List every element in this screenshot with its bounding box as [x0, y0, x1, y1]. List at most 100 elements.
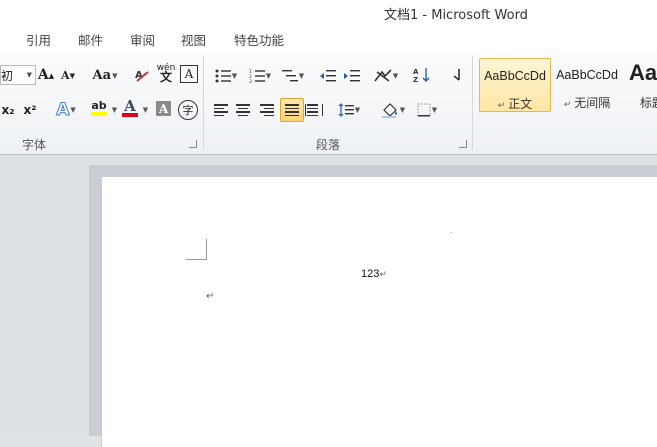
font-color-dropdown[interactable]: ▼: [141, 100, 149, 120]
style-sample: AaBbCcDd: [484, 69, 546, 83]
style-name: ↵ 无间隔: [563, 96, 611, 110]
subscript-button[interactable]: x₂: [0, 100, 16, 120]
svg-text:3: 3: [249, 79, 252, 83]
align-right-icon: [260, 104, 274, 116]
font-size-select[interactable]: 初 ▼: [0, 65, 36, 85]
line-spacing-button[interactable]: ▼: [336, 100, 362, 120]
multilevel-list-button[interactable]: ▼: [280, 66, 306, 86]
numbering-button[interactable]: 1 2 3 ▼: [246, 66, 274, 86]
style-name: 标题: [640, 96, 657, 110]
char-border-label: A: [184, 67, 194, 81]
document-page[interactable]: · 123↵ ↵: [102, 177, 657, 447]
font-size-value: 初: [1, 68, 14, 83]
chevron-down-icon: ▼: [231, 72, 238, 80]
ribbon: 初 ▼ A ▲ A ▼ Aa ▼ A wén 文 A x₂ x² A ▼ ab ▼ A ▼…: [0, 52, 657, 155]
multilevel-list-icon: [281, 70, 298, 82]
borders-icon: [417, 103, 431, 117]
paint-bucket-icon: [381, 103, 397, 118]
sort-button[interactable]: AZ: [412, 65, 432, 85]
chinese-layout-button[interactable]: ▼: [372, 66, 400, 86]
superscript-label: x²: [23, 103, 37, 117]
distributed-icon: [305, 104, 323, 116]
font-group-label: 字体: [22, 138, 47, 152]
tab-mailings[interactable]: 邮件: [78, 30, 103, 49]
bullets-icon: [215, 69, 231, 83]
font-color-icon: A: [124, 97, 136, 115]
font-dialog-launcher-icon[interactable]: [189, 140, 197, 148]
align-center-icon: [236, 104, 250, 116]
tab-view[interactable]: 视图: [181, 30, 206, 49]
distributed-button[interactable]: [305, 100, 323, 120]
anchor-mark: ·: [450, 229, 453, 237]
document-area: · 123↵ ↵: [0, 155, 657, 447]
group-divider: [203, 56, 204, 150]
increase-indent-button[interactable]: [342, 66, 362, 86]
paragraph-mark: ↵: [206, 291, 215, 302]
chevron-down-icon: ▼: [111, 106, 118, 114]
align-left-button[interactable]: [212, 100, 230, 120]
borders-button[interactable]: ▼: [414, 100, 440, 120]
chevron-down-icon: ▼: [431, 106, 438, 114]
enclose-characters-button[interactable]: 字: [178, 100, 198, 120]
chevron-down-icon: ▼: [354, 106, 361, 114]
subscript-label: x₂: [1, 103, 15, 117]
character-border-button[interactable]: A: [180, 65, 198, 83]
clear-format-button[interactable]: A: [133, 65, 151, 85]
chevron-down-icon: ▼: [392, 72, 399, 80]
highlight-dropdown[interactable]: ▼: [110, 100, 118, 120]
change-case-label: Aa: [92, 67, 112, 83]
char-shading-label: A: [158, 101, 169, 116]
superscript-button[interactable]: x²: [22, 100, 38, 120]
shrink-font-icon: A: [61, 68, 70, 82]
justify-icon: [285, 104, 299, 116]
paragraph-mark: ↵: [379, 269, 387, 279]
character-shading-button[interactable]: A: [156, 101, 171, 116]
align-left-icon: [214, 104, 228, 116]
paragraph-mark-icon: [453, 69, 460, 81]
highlight-icon: ab: [91, 99, 107, 112]
page-shadow: [89, 165, 103, 436]
tab-special-features[interactable]: 特色功能: [234, 30, 284, 49]
phonetic-guide-button[interactable]: wén 文: [156, 63, 176, 84]
clear-format-icon: A: [135, 70, 149, 82]
chevron-down-icon: ▼: [265, 72, 272, 80]
decrease-indent-icon: [320, 70, 336, 82]
page-shadow: [89, 165, 657, 177]
highlight-color-bar: [91, 112, 107, 116]
chevron-down-icon: ▼: [112, 70, 118, 80]
group-divider: [472, 56, 473, 150]
numbering-icon: 123: [249, 69, 265, 83]
phonetic-char-icon: 文: [159, 70, 172, 84]
title-bar: 文档1 - Microsoft Word: [0, 0, 657, 24]
svg-text:A: A: [413, 68, 419, 76]
svg-text:Z: Z: [413, 76, 418, 83]
grow-font-button[interactable]: A ▲: [38, 65, 54, 85]
align-right-button[interactable]: [258, 100, 276, 120]
style-normal[interactable]: AaBbCcDd ↵ 正文: [479, 58, 551, 112]
document-text[interactable]: 123↵: [361, 268, 387, 280]
line-spacing-icon: [338, 103, 354, 117]
font-color-bar: [122, 113, 138, 117]
style-heading[interactable]: Aa 标题: [626, 58, 657, 110]
show-marks-button[interactable]: [448, 65, 464, 85]
tab-references[interactable]: 引用: [26, 30, 51, 49]
text-effects-button[interactable]: A ▼: [53, 100, 79, 121]
increase-indent-icon: [344, 70, 360, 82]
justify-button[interactable]: [280, 98, 304, 122]
decrease-indent-button[interactable]: [318, 66, 338, 86]
change-case-button[interactable]: Aa ▼: [92, 65, 118, 85]
paragraph-dialog-launcher-icon[interactable]: [459, 140, 467, 148]
align-center-button[interactable]: [234, 100, 252, 120]
text-effects-icon: A: [56, 100, 70, 121]
style-no-spacing[interactable]: AaBbCcDd ↵ 无间隔: [552, 58, 622, 110]
shading-button[interactable]: ▼: [378, 100, 408, 120]
font-color-button[interactable]: A: [120, 98, 140, 118]
shrink-font-button[interactable]: A ▼: [60, 65, 76, 85]
paragraph-group-label: 段落: [316, 138, 341, 152]
tab-review[interactable]: 审阅: [130, 30, 155, 49]
style-sample: Aa: [629, 60, 657, 85]
chevron-down-icon: ▼: [26, 71, 32, 79]
enclose-label: 字: [182, 104, 194, 117]
bullets-button[interactable]: ▼: [212, 66, 240, 86]
chevron-down-icon: ▼: [70, 106, 76, 114]
